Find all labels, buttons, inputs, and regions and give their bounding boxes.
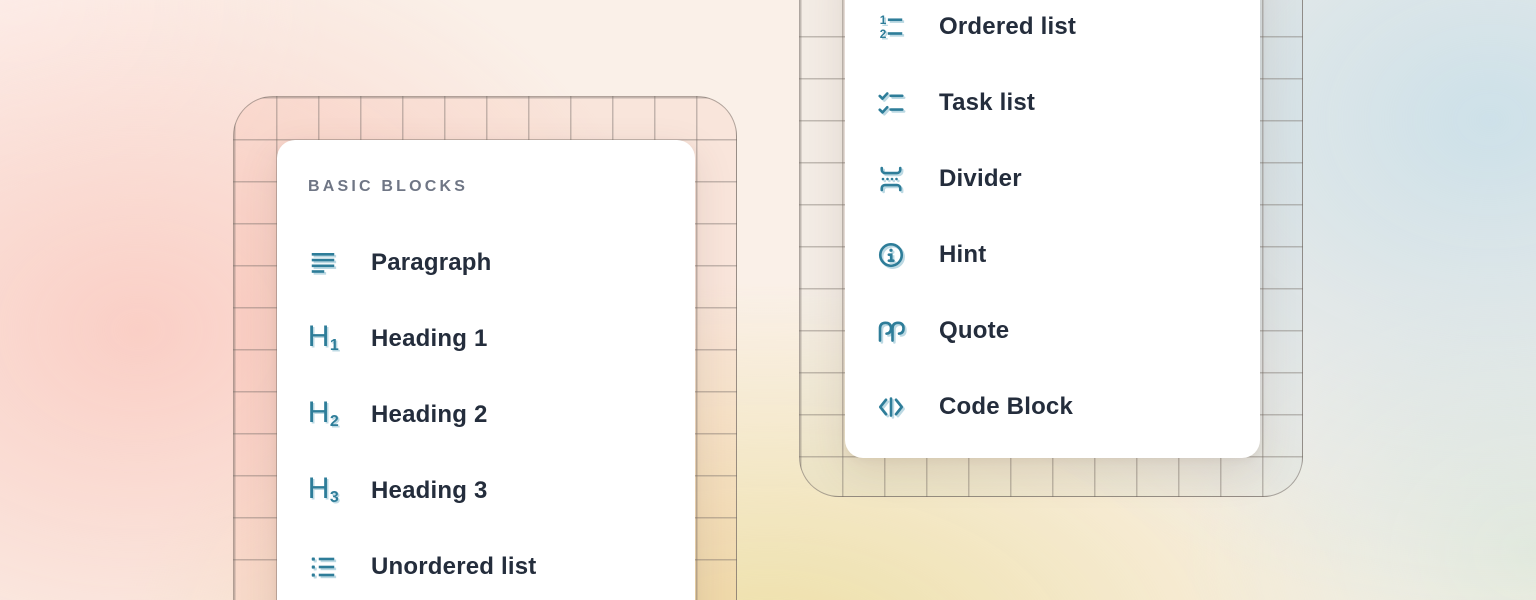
menu-item-label: Paragraph	[371, 249, 492, 277]
unordered-list-icon	[307, 551, 339, 583]
menu-item-heading-2[interactable]: H2 Heading 2	[277, 377, 695, 453]
task-list-icon	[875, 87, 907, 119]
heading-1-icon: H1	[307, 323, 339, 355]
svg-text:2: 2	[880, 27, 887, 41]
menu-item-label: Code Block	[939, 393, 1073, 421]
editor-background: { "colors": { "icon_primary": "#2e7d99",…	[0, 0, 1536, 600]
quote-icon	[875, 315, 907, 347]
menu-item-label: Heading 1	[371, 325, 488, 353]
menu-item-label: Heading 3	[371, 477, 488, 505]
menu-item-code-block[interactable]: Code Block	[845, 369, 1260, 445]
menu-item-unordered-list[interactable]: Unordered list	[277, 529, 695, 600]
basic-blocks-menu: BASIC BLOCKS Paragraph H1 Heading 1 H2 Headi…	[277, 140, 695, 600]
menu-item-label: Quote	[939, 317, 1009, 345]
menu-item-hint[interactable]: Hint	[845, 217, 1260, 293]
insert-blocks-list: 1212 Ordered list Task list Divider Hint Quot…	[845, 0, 1260, 445]
ordered-list-icon: 1212	[875, 11, 907, 43]
code-block-icon	[875, 391, 907, 423]
section-label-basic-blocks: BASIC BLOCKS	[308, 177, 695, 196]
menu-item-heading-3[interactable]: H3 Heading 3	[277, 453, 695, 529]
paragraph-icon	[307, 247, 339, 279]
insert-blocks-menu: 1212 Ordered list Task list Divider Hint Quot…	[845, 0, 1260, 458]
divider-icon	[875, 163, 907, 195]
menu-item-heading-1[interactable]: H1 Heading 1	[277, 301, 695, 377]
menu-item-divider[interactable]: Divider	[845, 141, 1260, 217]
heading-3-icon: H3	[307, 475, 339, 507]
svg-text:1: 1	[880, 13, 887, 27]
heading-2-icon: H2	[307, 399, 339, 431]
menu-item-quote[interactable]: Quote	[845, 293, 1260, 369]
menu-item-label: Divider	[939, 165, 1022, 193]
menu-item-paragraph[interactable]: Paragraph	[277, 225, 695, 301]
menu-item-label: Hint	[939, 241, 986, 269]
menu-item-ordered-list[interactable]: 1212 Ordered list	[845, 0, 1260, 65]
menu-item-label: Unordered list	[371, 553, 537, 581]
menu-item-label: Task list	[939, 89, 1035, 117]
hint-icon	[875, 239, 907, 271]
menu-item-task-list[interactable]: Task list	[845, 65, 1260, 141]
menu-item-label: Heading 2	[371, 401, 488, 429]
menu-item-label: Ordered list	[939, 13, 1076, 41]
basic-blocks-list: Paragraph H1 Heading 1 H2 Heading 2 H3 Heading…	[277, 225, 695, 600]
